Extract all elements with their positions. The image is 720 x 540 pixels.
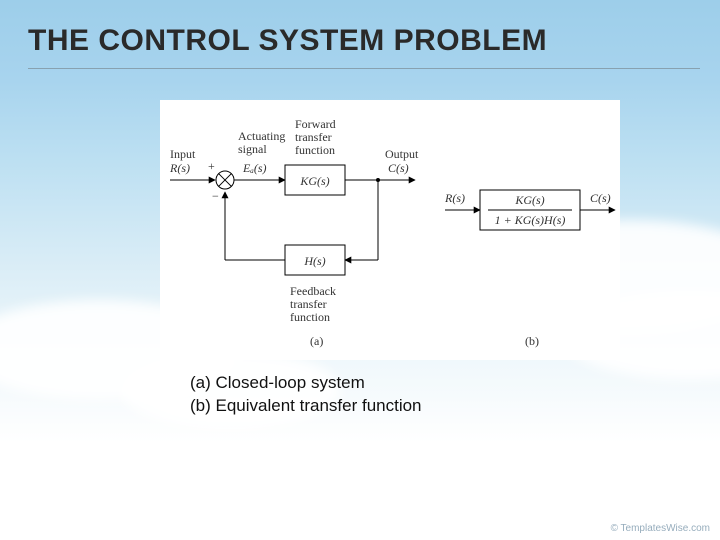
actuating-symbol: Eₐ(s) xyxy=(242,161,267,175)
actuating-label-2: signal xyxy=(238,142,267,156)
output-symbol: C(s) xyxy=(388,161,409,175)
feedback-label-2: transfer xyxy=(290,297,327,311)
figure-panel: Input R(s) + − Actuating signal Eₐ(s) Fo… xyxy=(160,100,620,360)
input-symbol: R(s) xyxy=(169,161,190,175)
feedback-block-text: H(s) xyxy=(303,254,325,268)
slide: THE CONTROL SYSTEM PROBLEM Input R(s) + … xyxy=(0,0,720,540)
page-title: THE CONTROL SYSTEM PROBLEM xyxy=(28,24,547,58)
block-diagram: Input R(s) + − Actuating signal Eₐ(s) Fo… xyxy=(160,100,620,360)
output-label: Output xyxy=(385,147,419,161)
watermark: © TemplatesWise.com xyxy=(611,523,710,534)
feedback-label-1: Feedback xyxy=(290,284,336,298)
tf-denominator: 1 + KG(s)H(s) xyxy=(495,213,566,227)
forward-label-3: function xyxy=(295,143,335,157)
forward-block-text: KG(s) xyxy=(299,174,329,188)
feedback-label-3: function xyxy=(290,310,330,324)
forward-label-2: transfer xyxy=(295,130,332,144)
input-label: Input xyxy=(170,147,196,161)
b-output-symbol: C(s) xyxy=(590,191,611,205)
caption-a: (a) Closed-loop system xyxy=(190,372,422,395)
b-input-symbol: R(s) xyxy=(444,191,465,205)
actuating-label-1: Actuating xyxy=(238,129,285,143)
plus-sign: + xyxy=(208,159,215,173)
minus-sign: − xyxy=(212,189,219,203)
title-underline xyxy=(28,68,700,69)
subfig-tag-b: (b) xyxy=(525,334,539,348)
figure-captions: (a) Closed-loop system (b) Equivalent tr… xyxy=(190,372,422,418)
caption-b: (b) Equivalent transfer function xyxy=(190,395,422,418)
forward-label-1: Forward xyxy=(295,117,336,131)
tf-numerator: KG(s) xyxy=(514,193,544,207)
subfig-tag-a: (a) xyxy=(310,334,323,348)
